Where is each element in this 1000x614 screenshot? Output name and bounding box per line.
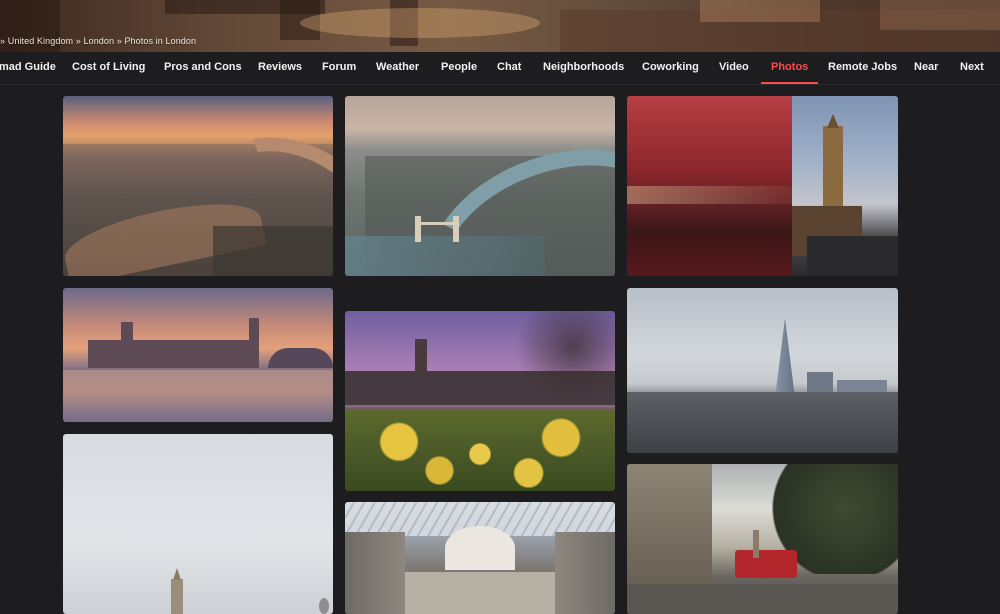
hero-banner: » United Kingdom » London » Photos in Lo… (0, 0, 1000, 52)
tab-neighborhoods[interactable]: Neighborhoods (543, 52, 624, 84)
photo-the-shard-skyline[interactable] (627, 288, 898, 453)
tab-photos[interactable]: Photos (760, 52, 819, 84)
tab-nomad-guide[interactable]: mad Guide (0, 52, 56, 84)
photo-london-street-red-bus[interactable] (627, 464, 898, 614)
breadcrumb-item-country[interactable]: United Kingdom (8, 36, 73, 46)
breadcrumb-item-current[interactable]: Photos in London (124, 36, 196, 46)
tab-forum[interactable]: Forum (322, 52, 356, 84)
photo-big-ben-misty[interactable] (63, 434, 333, 614)
photo-london-aerial-sunset[interactable] (63, 96, 333, 276)
tab-cost-of-living[interactable]: Cost of Living (72, 52, 145, 84)
tab-people[interactable]: People (441, 52, 477, 84)
breadcrumb-separator: » (0, 36, 6, 46)
breadcrumb: » United Kingdom » London » Photos in Lo… (0, 36, 196, 46)
photo-big-ben-daffodils[interactable] (345, 311, 615, 491)
photo-westminster-sunset[interactable] (63, 288, 333, 422)
tab-near[interactable]: Near (914, 52, 938, 84)
breadcrumb-item-city[interactable]: London (83, 36, 114, 46)
tab-chat[interactable]: Chat (497, 52, 521, 84)
tab-next[interactable]: Next (960, 52, 984, 84)
tab-coworking[interactable]: Coworking (642, 52, 699, 84)
tab-video[interactable]: Video (719, 52, 749, 84)
breadcrumb-separator: » (75, 36, 81, 46)
photo-british-museum-great-court[interactable] (345, 502, 615, 614)
tab-pros-and-cons[interactable]: Pros and Cons (164, 52, 242, 84)
tab-reviews[interactable]: Reviews (258, 52, 302, 84)
tab-weather[interactable]: Weather (376, 52, 419, 84)
tab-remote-jobs[interactable]: Remote Jobs (828, 52, 897, 84)
photo-london-tower-bridge-aerial[interactable] (345, 96, 615, 276)
photo-red-bus-big-ben[interactable] (627, 96, 898, 276)
breadcrumb-separator: » (116, 36, 122, 46)
section-nav: mad Guide Cost of Living Pros and Cons R… (0, 52, 1000, 85)
